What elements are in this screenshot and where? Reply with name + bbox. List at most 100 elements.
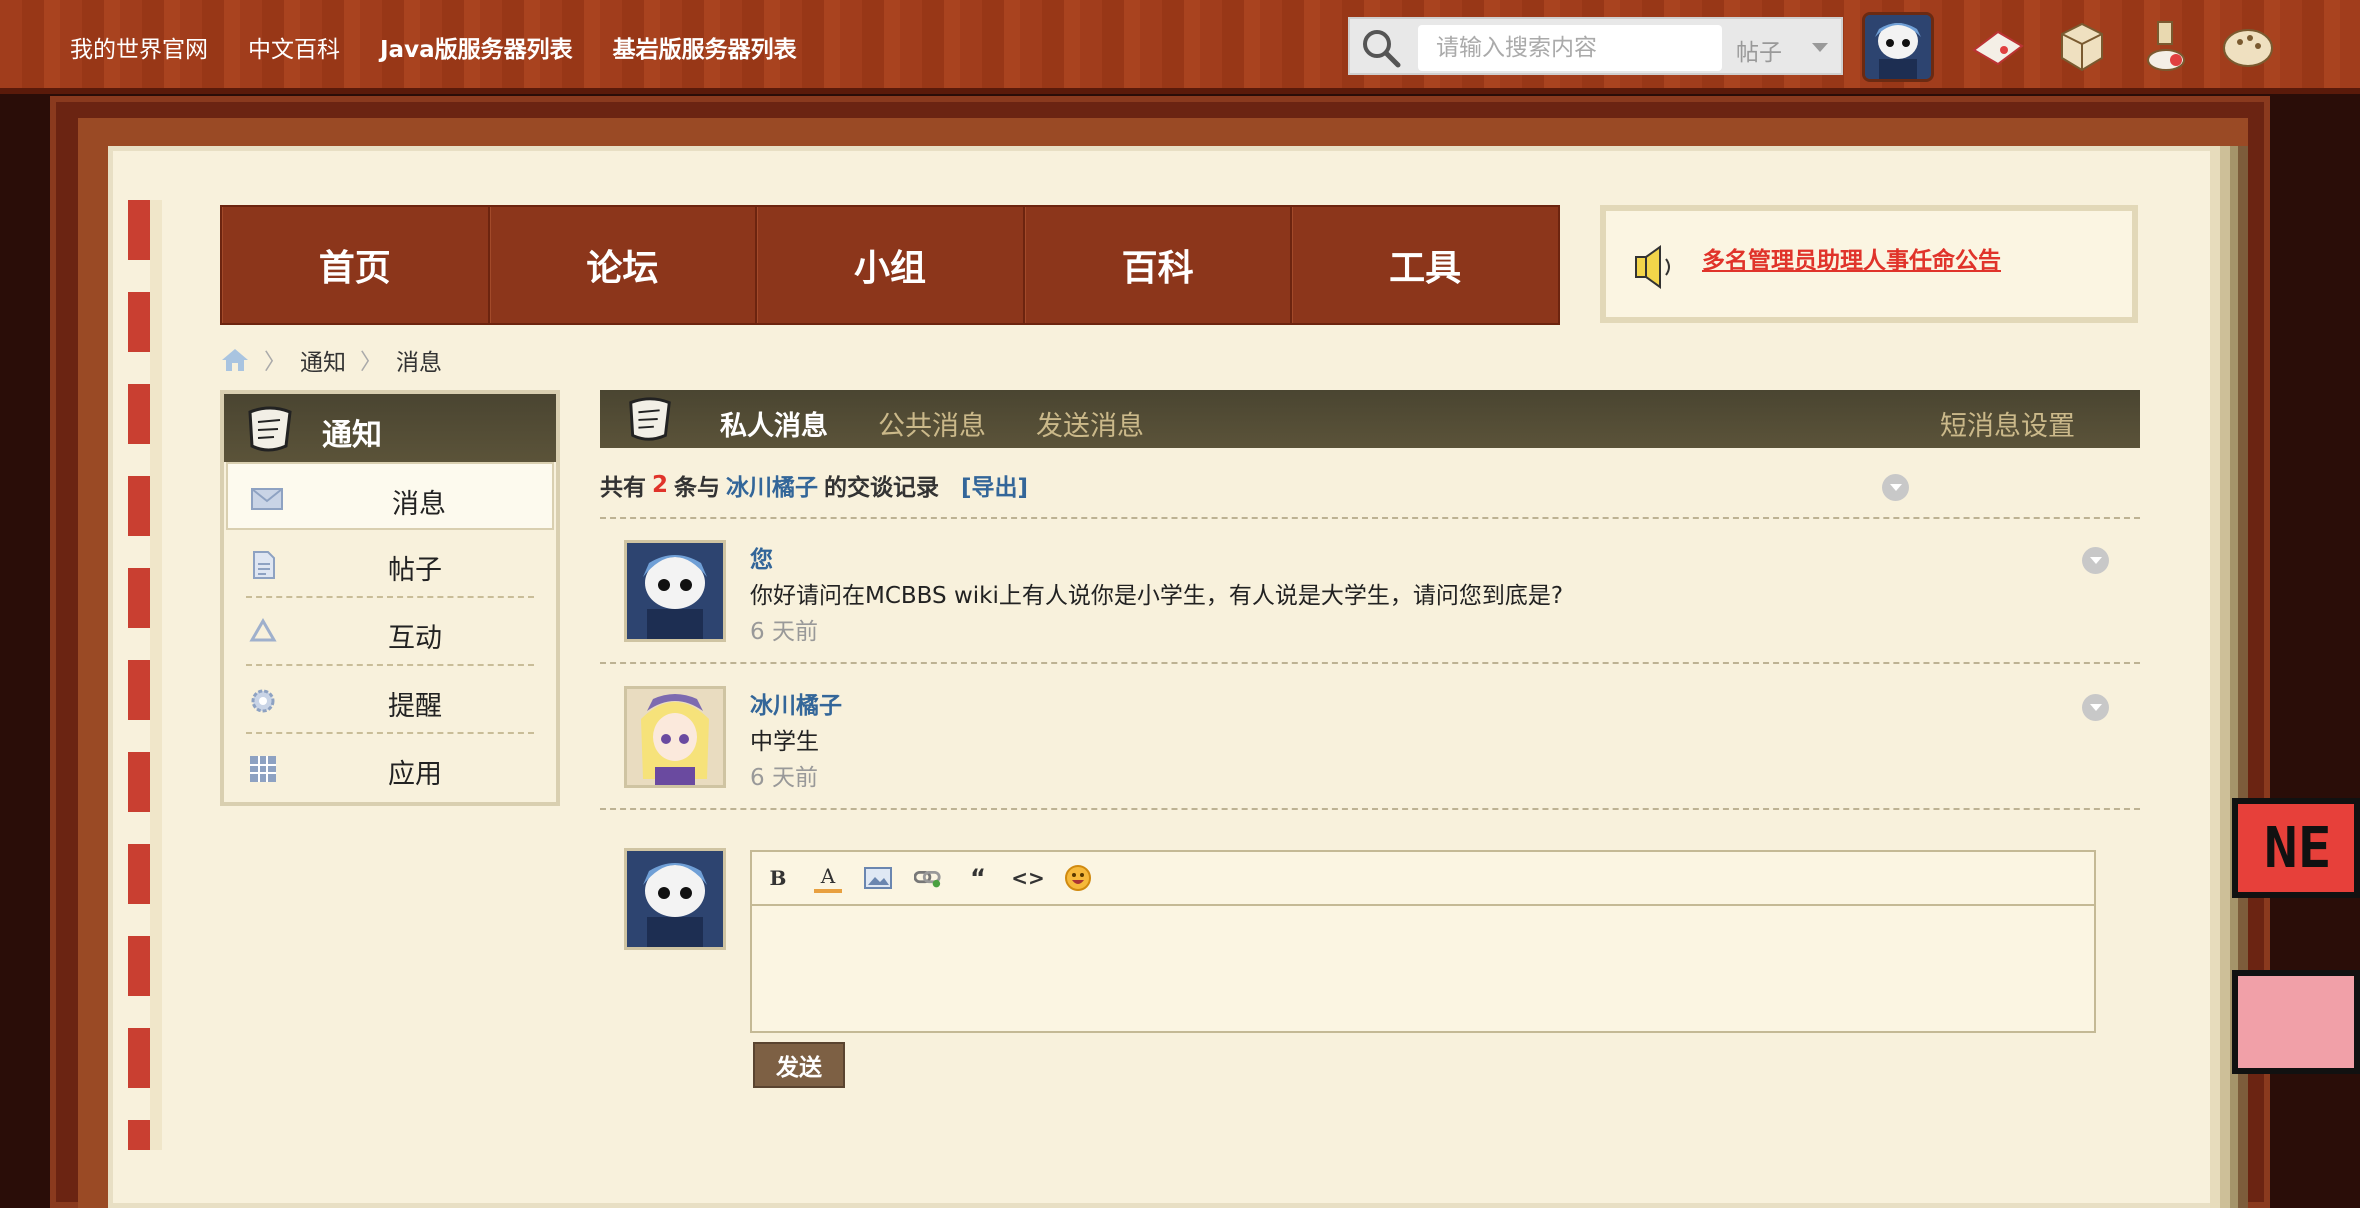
- home-icon[interactable]: [220, 347, 250, 373]
- sidebar-item-label: 应用: [388, 759, 442, 790]
- message-menu-button[interactable]: [2082, 694, 2109, 721]
- emoji-icon[interactable]: [1064, 864, 1092, 892]
- sidebar-item-posts[interactable]: 帖子: [224, 530, 556, 598]
- search-input[interactable]: [1418, 25, 1722, 71]
- breadcrumb-notifications[interactable]: 通知: [300, 343, 346, 377]
- gear-icon: [251, 689, 275, 713]
- book-binding: [128, 200, 162, 1150]
- sidebar-title: 通知: [322, 418, 382, 453]
- text-color-icon[interactable]: A: [814, 863, 842, 893]
- nav-forum[interactable]: 论坛: [490, 207, 758, 323]
- link-bedrock-servers[interactable]: 基岩版服务器列表: [613, 30, 797, 64]
- divider: [600, 808, 2140, 810]
- side-banner-decoration: NE: [2232, 798, 2360, 898]
- banner-glyph: NE: [2264, 816, 2332, 881]
- link-chinese-wiki[interactable]: 中文百科: [248, 30, 340, 64]
- export-link[interactable]: [导出]: [961, 468, 1028, 502]
- potion-icon[interactable]: [2136, 16, 2196, 76]
- notification-sidebar: 通知 消息 帖子 互动 提醒 应用: [220, 390, 560, 806]
- collapse-all-button[interactable]: [1882, 474, 1909, 501]
- breadcrumb-separator: 〉: [264, 350, 287, 375]
- nav-wiki[interactable]: 百科: [1025, 207, 1293, 323]
- divider: [600, 517, 2140, 519]
- envelope-icon: [251, 488, 283, 510]
- bold-icon[interactable]: B: [764, 864, 792, 892]
- summary-prefix: 共有: [600, 475, 646, 501]
- tab-public-messages[interactable]: 公共消息: [878, 396, 986, 451]
- message-time: 6 天前: [750, 765, 818, 791]
- announcement-link[interactable]: 多名管理员助理人事任命公告: [1702, 241, 2001, 275]
- sidebar-item-messages[interactable]: 消息: [226, 462, 554, 530]
- message-author[interactable]: 您: [750, 540, 773, 574]
- reply-editor: B A “ <>: [750, 850, 2096, 1033]
- message-item: 冰川橘子 中学生 6 天前: [600, 666, 2140, 806]
- divider: [600, 662, 2140, 664]
- message-time: 6 天前: [750, 619, 818, 645]
- sidebar-item-interaction[interactable]: 互动: [224, 598, 556, 666]
- chevron-down-icon[interactable]: [1812, 43, 1828, 52]
- link-icon[interactable]: [914, 864, 942, 892]
- grid-icon: [250, 756, 276, 782]
- search-scope-select[interactable]: 帖子: [1736, 33, 1782, 67]
- block-icon[interactable]: [2052, 16, 2112, 76]
- message-icon[interactable]: [1968, 16, 2028, 76]
- message-settings-link[interactable]: 短消息设置: [1940, 396, 2075, 451]
- search-icon[interactable]: [1358, 25, 1404, 71]
- sidebar-item-label: 帖子: [388, 555, 442, 586]
- scroll-icon: [248, 406, 292, 452]
- message-body: 中学生: [750, 729, 819, 755]
- side-banner-decoration-2: [2232, 970, 2360, 1074]
- speaker-icon: [1635, 245, 1670, 289]
- link-minecraft-official[interactable]: 我的世界官网: [70, 30, 208, 64]
- send-button[interactable]: 发送: [753, 1042, 845, 1088]
- avatar-image: [627, 689, 723, 785]
- quote-icon[interactable]: “: [964, 864, 992, 892]
- reply-textarea[interactable]: [752, 906, 2094, 1032]
- image-icon[interactable]: [864, 864, 892, 892]
- announcement-box: 多名管理员助理人事任命公告: [1600, 205, 2138, 323]
- message-count: 2: [652, 472, 669, 498]
- conversation-user-link[interactable]: 冰川橘子: [726, 468, 818, 502]
- breadcrumb-separator: 〉: [360, 350, 383, 375]
- summary-mid: 条与: [674, 475, 721, 501]
- recycle-icon: [249, 618, 277, 642]
- tab-private-messages[interactable]: 私人消息: [720, 396, 828, 451]
- avatar-image: [1865, 15, 1931, 79]
- link-java-servers[interactable]: Java版服务器列表: [380, 30, 573, 64]
- sidebar-menu: 消息 帖子 互动 提醒 应用: [224, 462, 556, 802]
- nav-home[interactable]: 首页: [222, 207, 490, 323]
- top-bar: 我的世界官网 中文百科 Java版服务器列表 基岩版服务器列表 帖子: [0, 0, 2360, 94]
- message-avatar[interactable]: [624, 686, 726, 788]
- message-item: 您 你好请问在MCBBS wiki上有人说你是小学生，有人说是大学生，请问您到底…: [600, 520, 2140, 660]
- sidebar-item-apps[interactable]: 应用: [224, 734, 556, 802]
- tab-send-message[interactable]: 发送消息: [1036, 396, 1144, 451]
- nav-groups[interactable]: 小组: [757, 207, 1025, 323]
- sidebar-item-label: 消息: [392, 489, 446, 520]
- message-author[interactable]: 冰川橘子: [750, 686, 842, 720]
- conversation-summary: 共有 2 条与 冰川橘子 的交谈记录 [导出]: [600, 468, 1028, 502]
- message-body: 你好请问在MCBBS wiki上有人说你是小学生，有人说是大学生，请问您到底是?: [750, 583, 1564, 609]
- avatar-image: [627, 851, 723, 947]
- code-icon[interactable]: <>: [1011, 864, 1045, 892]
- palette-icon[interactable]: [2218, 16, 2278, 76]
- breadcrumb: 〉 通知 〉 消息: [220, 343, 442, 377]
- top-links: 我的世界官网 中文百科 Java版服务器列表 基岩版服务器列表: [70, 30, 797, 64]
- user-avatar[interactable]: [1862, 12, 1934, 82]
- editor-toolbar: B A “ <>: [752, 852, 2094, 906]
- sidebar-header: 通知: [224, 394, 556, 462]
- reply-avatar: [624, 848, 726, 950]
- message-avatar[interactable]: [624, 540, 726, 642]
- sidebar-item-reminders[interactable]: 提醒: [224, 666, 556, 734]
- breadcrumb-messages: 消息: [396, 350, 443, 376]
- search-box: 帖子: [1348, 17, 1843, 75]
- sidebar-item-label: 互动: [388, 623, 442, 654]
- nav-tools[interactable]: 工具: [1292, 207, 1558, 323]
- message-tabs: 私人消息 公共消息 发送消息 短消息设置: [600, 390, 2140, 448]
- sidebar-item-label: 提醒: [388, 691, 442, 722]
- summary-suffix: 的交谈记录: [824, 475, 940, 501]
- scroll-icon: [629, 397, 671, 441]
- message-menu-button[interactable]: [2082, 547, 2109, 574]
- document-icon: [253, 551, 275, 579]
- main-nav: 首页 论坛 小组 百科 工具: [220, 205, 1560, 325]
- avatar-image: [627, 543, 723, 639]
